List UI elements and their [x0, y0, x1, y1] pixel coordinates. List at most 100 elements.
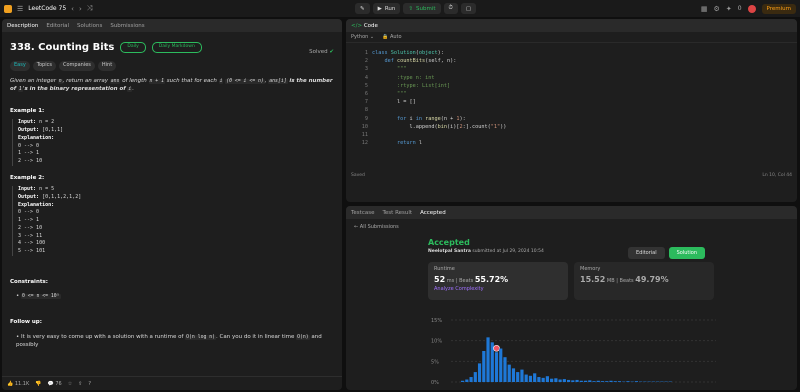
runtime-distribution-chart[interactable]: 15% 10% 5% 0% — [431, 318, 721, 386]
comments-button[interactable]: 💬 76 — [47, 381, 61, 387]
distribution-bar[interactable] — [550, 378, 554, 382]
tab-submissions[interactable]: Submissions — [110, 23, 144, 29]
distribution-bar[interactable] — [486, 337, 490, 382]
distribution-bar[interactable] — [520, 369, 524, 382]
distribution-bar[interactable] — [524, 374, 528, 382]
distribution-bar[interactable] — [461, 380, 465, 382]
distribution-bar[interactable] — [592, 381, 596, 382]
premium-button[interactable]: Premium — [761, 3, 796, 14]
distribution-bar[interactable] — [511, 368, 516, 382]
distribution-bar[interactable] — [507, 364, 511, 382]
distribution-bar[interactable] — [516, 372, 520, 382]
distribution-bar[interactable] — [477, 363, 482, 382]
distribution-bar[interactable] — [579, 380, 583, 382]
shuffle-icon[interactable]: ⤨ — [87, 4, 93, 13]
like-button[interactable]: 👍 11.1K — [7, 381, 29, 387]
tab-editorial[interactable]: Editorial — [46, 23, 69, 29]
output-value: [0,1,1] — [42, 127, 64, 133]
runtime-label: Runtime — [434, 266, 455, 272]
companies-chip[interactable]: Companies — [58, 61, 95, 71]
timer-button[interactable]: ⏱ — [443, 3, 458, 14]
example-2-block: Input: n = 5 Output: [0,1,1,2,1,2] Expla… — [12, 186, 334, 256]
author-name[interactable]: Neelotpal Santra — [428, 249, 471, 254]
tab-testcase[interactable]: Testcase — [351, 210, 374, 216]
next-problem-icon[interactable]: › — [79, 5, 82, 13]
distribution-bar[interactable] — [575, 379, 579, 382]
analyze-complexity-link[interactable]: Analyze Complexity — [434, 286, 562, 292]
distribution-bar[interactable] — [494, 352, 499, 382]
prev-problem-icon[interactable]: ‹ — [71, 5, 74, 13]
check-icon: ✔ — [329, 49, 334, 55]
hint-chip[interactable]: Hint — [97, 61, 117, 71]
solution-button[interactable]: Solution — [668, 247, 705, 259]
memory-card[interactable]: Memory 15.52 MB | Beats 49.79% — [574, 262, 714, 300]
distribution-bar[interactable] — [596, 380, 600, 382]
desc-text: , — [264, 77, 267, 84]
leetcode-logo[interactable] — [4, 4, 12, 13]
line-number: 7 — [364, 99, 368, 106]
distribution-bar[interactable] — [499, 348, 503, 382]
star-icon[interactable]: ☆ — [68, 381, 72, 387]
tab-code[interactable]: </> Code — [351, 23, 378, 29]
distribution-bar[interactable] — [605, 381, 609, 382]
distribution-bar[interactable] — [482, 351, 486, 382]
problem-list-title[interactable]: LeetCode 75 — [28, 5, 66, 12]
tab-solutions[interactable]: Solutions — [77, 23, 102, 29]
distribution-bar[interactable] — [634, 381, 639, 382]
distribution-bar[interactable] — [528, 375, 533, 382]
distribution-bar[interactable] — [541, 377, 545, 382]
distribution-bar[interactable] — [537, 377, 541, 382]
tab-description[interactable]: Description — [7, 23, 38, 29]
distribution-bar[interactable] — [473, 372, 477, 382]
auto-toggle[interactable]: 🔒 Auto — [382, 34, 401, 40]
distribution-bar[interactable] — [554, 378, 558, 382]
distribution-bar[interactable] — [583, 380, 588, 382]
notification-count[interactable]: 0 — [738, 5, 742, 12]
share-icon[interactable]: ⇪ — [78, 381, 82, 387]
distribution-bar[interactable] — [533, 373, 537, 382]
topics-chip[interactable]: Topics — [32, 61, 56, 71]
distribution-bar[interactable] — [600, 381, 605, 382]
distribution-bar[interactable] — [588, 380, 592, 382]
distribution-bar[interactable] — [613, 381, 617, 382]
distribution-bar[interactable] — [626, 381, 630, 382]
distribution-bar[interactable] — [465, 379, 469, 382]
layout-icon[interactable]: ▦ — [701, 5, 708, 13]
tab-accepted[interactable]: Accepted — [420, 210, 446, 216]
code-editor[interactable]: class Solution(object): def countBits(se… — [372, 45, 506, 147]
desc-code: ans[i] — [268, 78, 288, 84]
editorial-button[interactable]: Editorial — [627, 247, 665, 259]
y-tick-label: 0% — [431, 380, 439, 386]
dislike-icon[interactable]: 👎 — [35, 381, 41, 387]
run-button[interactable]: ▶ Run — [372, 3, 401, 14]
help-icon[interactable]: ? — [88, 381, 91, 387]
distribution-bar[interactable] — [503, 357, 507, 382]
distribution-bar[interactable] — [545, 376, 549, 382]
followup-heading: Follow up: — [10, 319, 42, 326]
all-submissions-link[interactable]: ← All Submissions — [354, 224, 789, 230]
distribution-bar[interactable] — [609, 380, 613, 382]
avatar[interactable] — [747, 4, 756, 13]
explanation-line: 1 --> 1 — [18, 217, 40, 223]
followup-code: O(n) — [296, 334, 310, 340]
daily-markdown-pill[interactable]: Daily Markdown — [151, 42, 202, 53]
distribution-bar[interactable] — [562, 379, 566, 382]
output-label: Output: — [18, 127, 40, 133]
daily-pill[interactable]: Daily — [120, 42, 146, 53]
constraints-heading: Constraints: — [10, 278, 48, 285]
runtime-card[interactable]: Runtime 52 ms | Beats 55.72% Analyze Com… — [428, 262, 568, 300]
distribution-bar[interactable] — [567, 379, 571, 382]
distribution-bar[interactable] — [558, 379, 562, 382]
debug-button[interactable]: ✎ — [355, 3, 370, 14]
constraint-item: • 0 <= n <= 10⁵ — [16, 293, 61, 299]
tab-test-result[interactable]: Test Result — [382, 210, 412, 216]
settings-icon[interactable]: ⚙ — [714, 5, 720, 13]
distribution-bar[interactable] — [469, 377, 473, 382]
language-select[interactable]: Python ⌄ — [351, 34, 374, 40]
notes-button[interactable]: ▢ — [460, 3, 477, 14]
distribution-bar[interactable] — [617, 381, 622, 382]
distribution-bar[interactable] — [571, 380, 575, 382]
submit-button[interactable]: ⇧ Submit — [403, 3, 441, 14]
your-submission-marker[interactable] — [493, 344, 500, 352]
streak-icon[interactable]: ✦ — [726, 5, 732, 13]
